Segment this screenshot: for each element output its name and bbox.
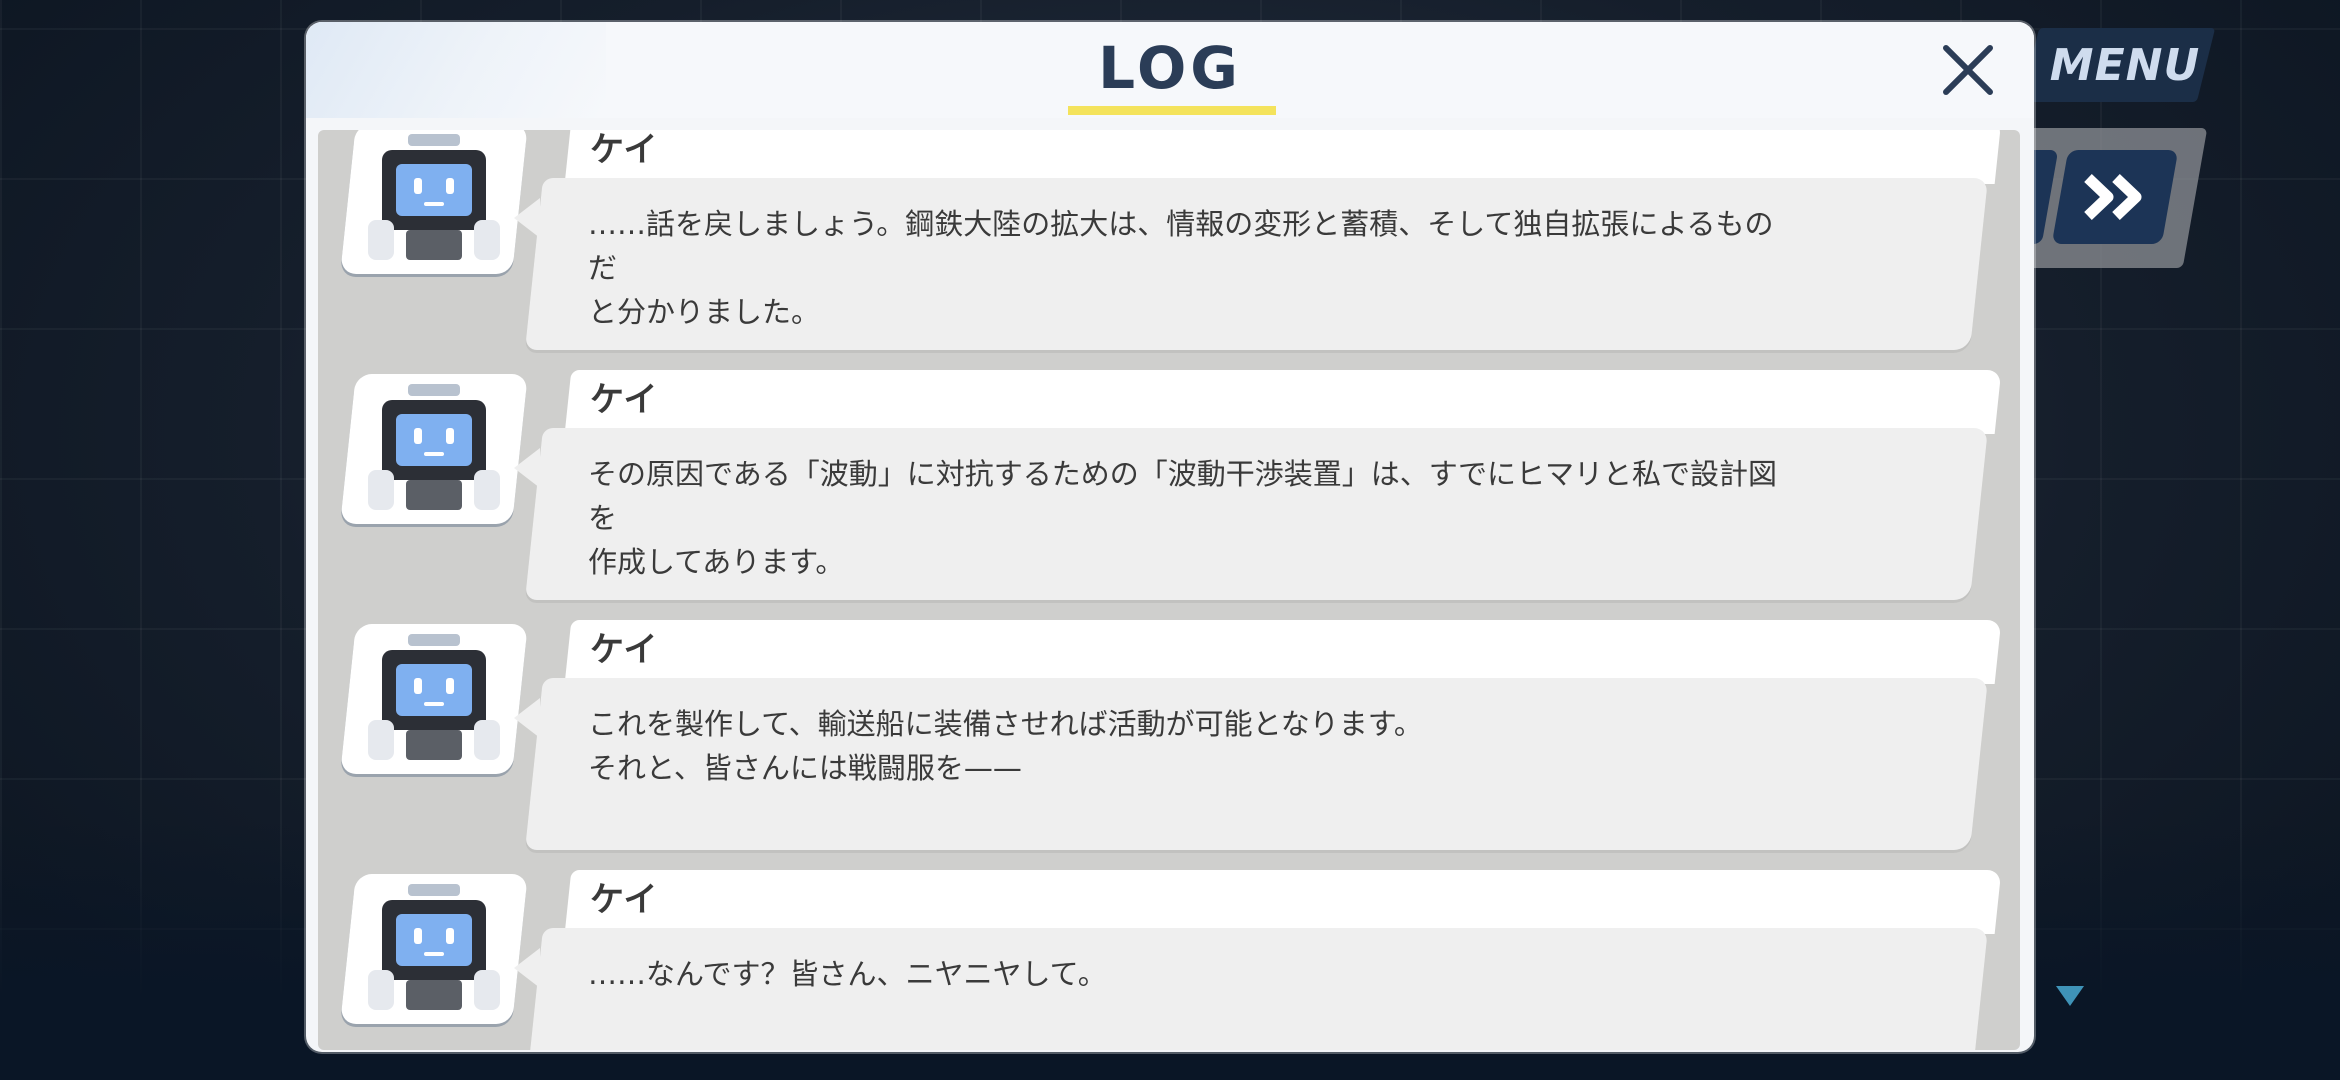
log-list[interactable]: ケイ ……話を戻しましょう。鋼鉄大陸の拡大は、情報の変形と蓄積、そして独自拡張に… bbox=[318, 130, 2020, 1050]
speaker-avatar bbox=[340, 130, 528, 274]
name-tab bbox=[564, 130, 2002, 184]
speaker-name: ケイ bbox=[590, 630, 658, 670]
log-title: LOG bbox=[1098, 34, 1242, 102]
speaker-avatar bbox=[340, 374, 528, 524]
triangle-down-icon[interactable] bbox=[2054, 984, 2086, 1008]
fast-forward-button[interactable] bbox=[2051, 150, 2179, 244]
name-tab bbox=[564, 370, 2002, 434]
log-entry: ケイ ……話を戻しましょう。鋼鉄大陸の拡大は、情報の変形と蓄積、そして独自拡張に… bbox=[318, 130, 2020, 360]
menu-label[interactable]: MENU bbox=[2040, 36, 2210, 96]
log-header: LOG bbox=[306, 22, 2034, 118]
log-entry: ケイ ……なんです？皆さん、ニヤニヤして。 bbox=[318, 870, 2020, 1050]
speaker-name: ケイ bbox=[590, 380, 658, 420]
robot-avatar-icon bbox=[368, 384, 500, 510]
log-dialog: LOG ケイ ……話を戻しましょう。鋼鉄大陸の拡大は、情報の変形と蓄積、そして独… bbox=[306, 22, 2034, 1052]
speaker-name: ケイ bbox=[590, 880, 658, 920]
name-tab bbox=[564, 620, 2002, 684]
message-text: ……なんです？皆さん、ニヤニヤして。 bbox=[588, 957, 1107, 991]
speaker-avatar bbox=[340, 874, 528, 1024]
bubble-pointer bbox=[514, 698, 540, 738]
message-text: これを製作して、輸送船に装備させれば活動が可能となります。 それと、皆さんには戦… bbox=[588, 707, 1423, 785]
title-underline bbox=[1068, 106, 1276, 115]
message-text: ……話を戻しましょう。鋼鉄大陸の拡大は、情報の変形と蓄積、そして独自拡張によるも… bbox=[588, 207, 1774, 329]
speaker-name: ケイ bbox=[590, 130, 658, 170]
message-text: その原因である「波動」に対抗するための「波動干渉装置」は、すでにヒマリと私で設計… bbox=[588, 457, 1778, 579]
bubble-pointer bbox=[514, 198, 540, 238]
name-tab bbox=[564, 870, 2002, 934]
robot-avatar-icon bbox=[368, 134, 500, 260]
speaker-avatar bbox=[340, 624, 528, 774]
log-entry: ケイ これを製作して、輸送船に装備させれば活動が可能となります。 それと、皆さん… bbox=[318, 620, 2020, 860]
robot-avatar-icon bbox=[368, 634, 500, 760]
fast-forward-icon bbox=[2084, 174, 2142, 220]
bubble-pointer bbox=[514, 448, 540, 488]
close-icon bbox=[1943, 45, 1993, 95]
log-entry: ケイ その原因である「波動」に対抗するための「波動干渉装置」は、すでにヒマリと私… bbox=[318, 370, 2020, 610]
bubble-pointer bbox=[514, 948, 540, 988]
robot-avatar-icon bbox=[368, 884, 500, 1010]
close-button[interactable] bbox=[1934, 36, 2002, 104]
